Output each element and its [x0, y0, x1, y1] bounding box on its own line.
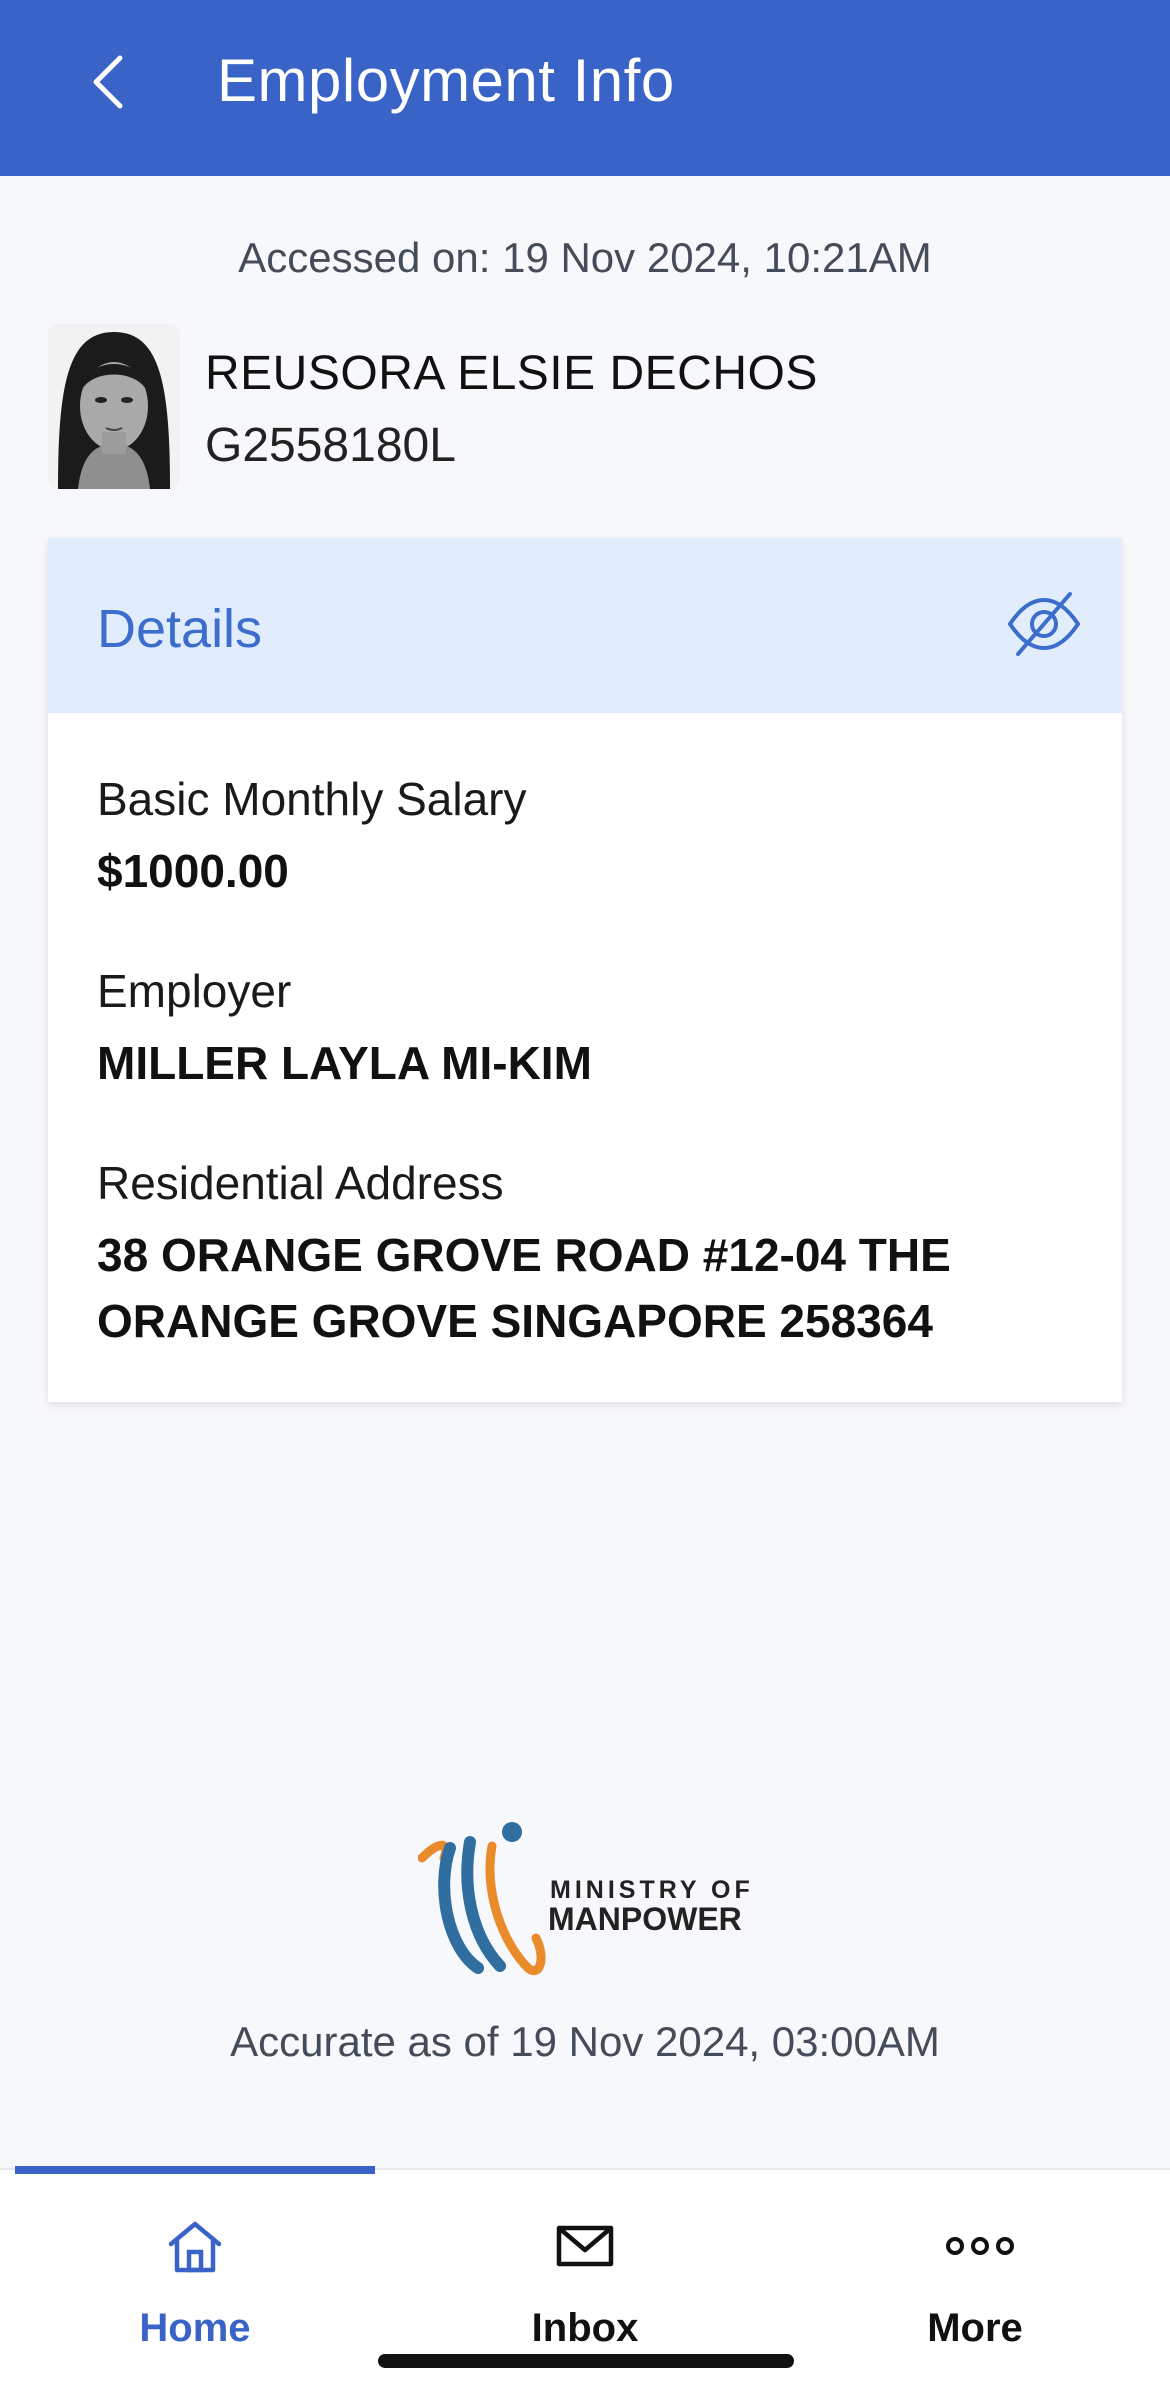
nav-home[interactable]: Home: [15, 2216, 375, 2356]
active-tab-indicator: [15, 2166, 375, 2174]
top-app-bar: Employment Info: [0, 0, 1170, 176]
employer-value: MILLER LAYLA MI-KIM: [97, 1037, 592, 1089]
accurate-timestamp: Accurate as of 19 Nov 2024, 03:00AM: [230, 2018, 940, 2065]
salary-value: $1000.00: [97, 845, 289, 897]
toggle-visibility-button[interactable]: [1004, 584, 1084, 664]
nav-inbox-label: Inbox: [531, 2306, 639, 2350]
profile-id: G2558180L: [205, 419, 456, 472]
eye-off-icon: [1007, 592, 1081, 656]
mail-icon: [556, 2225, 614, 2267]
salary-label: Basic Monthly Salary: [97, 773, 527, 825]
more-dots-icon: [946, 2237, 1014, 2255]
profile-name: REUSORA ELSIE DECHOS: [205, 347, 818, 400]
nav-inbox[interactable]: Inbox: [405, 2216, 765, 2356]
mom-logo: MINISTRY OF MANPOWER: [417, 1818, 758, 1983]
logo-line2: MANPOWER: [548, 1901, 742, 1937]
back-button[interactable]: [78, 42, 138, 122]
details-header-label: Details: [97, 599, 263, 659]
accessed-timestamp: Accessed on: 19 Nov 2024, 10:21AM: [238, 234, 932, 281]
details-card-header: Details: [48, 538, 1122, 713]
nav-more[interactable]: More: [795, 2216, 1155, 2356]
nav-home-label: Home: [139, 2306, 251, 2350]
nav-more-label: More: [927, 2306, 1023, 2350]
details-card: Details Basic Monthly Salary $1000.00 Em…: [48, 538, 1122, 1402]
home-indicator: [378, 2354, 794, 2368]
address-value: 38 ORANGE GROVE ROAD #12-04 THE ORANGE G…: [97, 1229, 951, 1347]
employer-label: Employer: [97, 965, 292, 1017]
page-title: Employment Info: [217, 47, 675, 114]
home-icon: [168, 2221, 222, 2273]
address-label: Residential Address: [97, 1157, 504, 1209]
person-portrait-icon: [48, 324, 180, 489]
profile-photo: [48, 324, 180, 489]
logo-line1: MINISTRY OF: [550, 1876, 754, 1904]
chevron-left-icon: [93, 55, 123, 109]
